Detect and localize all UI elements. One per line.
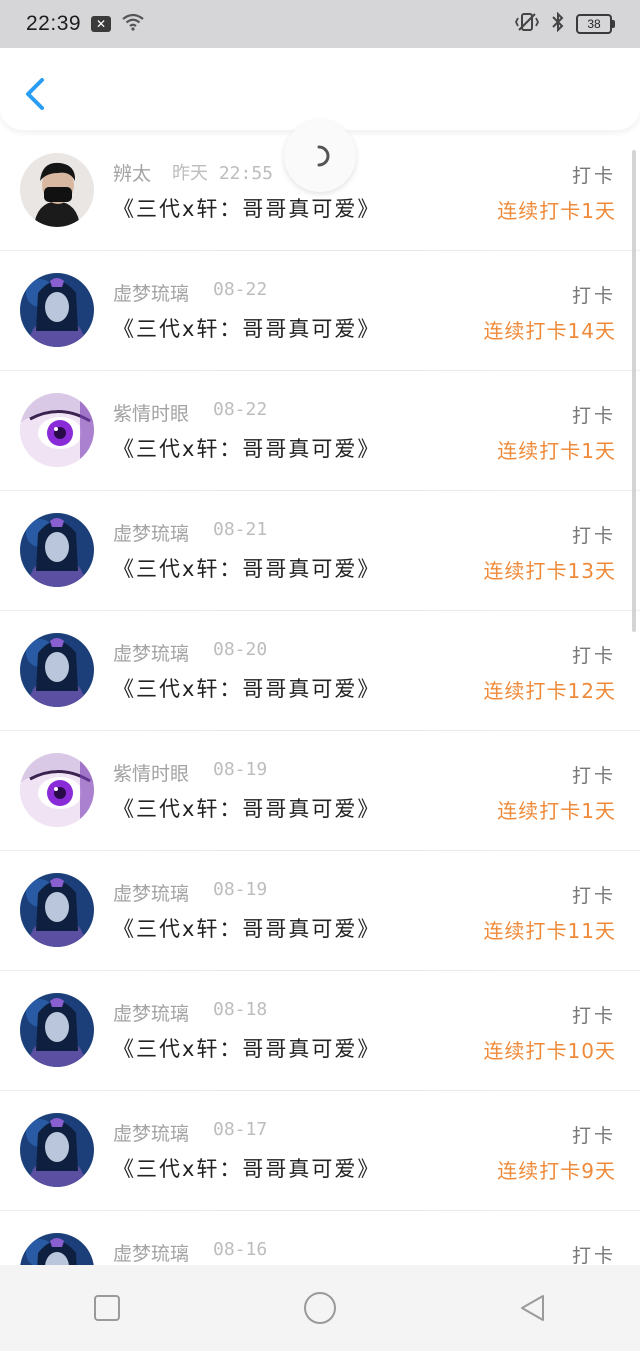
pull-refresh-spinner [284, 120, 356, 192]
checkin-label: 打卡 [571, 165, 616, 187]
avatar[interactable] [20, 153, 94, 227]
checkin-date: 08-16 [213, 1239, 268, 1260]
story-title: 《三代x轩：哥哥真可爱》 [113, 797, 381, 821]
list-item[interactable]: 紫情时眼 08-19 《三代x轩：哥哥真可爱》 打卡 连续打卡1天 [0, 731, 640, 851]
avatar[interactable] [20, 1113, 94, 1187]
user-name[interactable]: 紫情时眼 [113, 399, 189, 426]
story-title: 《三代x轩：哥哥真可爱》 [113, 1037, 381, 1061]
streak-count: 连续打卡14天 [483, 319, 616, 343]
recent-apps-button[interactable] [77, 1278, 137, 1338]
checkin-date: 08-17 [213, 1119, 268, 1140]
avatar[interactable] [20, 393, 94, 467]
back-button[interactable] [18, 74, 52, 114]
bluetooth-icon [550, 11, 566, 36]
system-back-button[interactable] [503, 1278, 563, 1338]
status-time: 22:39 [26, 12, 82, 35]
avatar[interactable] [20, 993, 94, 1067]
checkin-label: 打卡 [571, 1245, 616, 1265]
checkin-label: 打卡 [571, 405, 616, 427]
story-title: 《三代x轩：哥哥真可爱》 [113, 317, 381, 341]
checkin-label: 打卡 [571, 765, 616, 787]
circle-home-icon [303, 1292, 336, 1324]
square-recent-apps-icon [93, 1295, 120, 1321]
list-item[interactable]: 虚梦琉璃 08-18 《三代x轩：哥哥真可爱》 打卡 连续打卡10天 [0, 971, 640, 1091]
loading-icon [317, 145, 330, 167]
x-notification-icon: ✕ [91, 16, 112, 32]
checkin-date: 08-19 [213, 879, 268, 900]
user-name[interactable]: 虚梦琉璃 [113, 519, 189, 546]
user-name[interactable]: 虚梦琉璃 [113, 1119, 189, 1146]
checkin-label: 打卡 [571, 525, 616, 547]
avatar[interactable] [20, 633, 94, 707]
list-item[interactable]: 紫情时眼 08-22 《三代x轩：哥哥真可爱》 打卡 连续打卡1天 [0, 371, 640, 491]
list-item[interactable]: 虚梦琉璃 08-17 《三代x轩：哥哥真可爱》 打卡 连续打卡9天 [0, 1091, 640, 1211]
user-name[interactable]: 虚梦琉璃 [113, 639, 189, 666]
checkin-label: 打卡 [571, 885, 616, 907]
story-title: 《三代x轩：哥哥真可爱》 [113, 917, 381, 941]
battery-indicator: 38 [576, 14, 615, 34]
story-title: 《三代x轩：哥哥真可爱》 [113, 557, 381, 581]
streak-count: 连续打卡9天 [497, 1159, 616, 1183]
streak-count: 连续打卡1天 [497, 439, 616, 463]
checkin-label: 打卡 [571, 285, 616, 307]
home-button[interactable] [290, 1278, 350, 1338]
streak-count: 连续打卡13天 [483, 559, 616, 583]
list-item[interactable]: 虚梦琉璃 08-19 《三代x轩：哥哥真可爱》 打卡 连续打卡11天 [0, 851, 640, 971]
streak-count: 连续打卡1天 [497, 199, 616, 223]
system-nav-bar [0, 1265, 640, 1351]
user-name[interactable]: 虚梦琉璃 [113, 1239, 189, 1265]
story-title: 《三代x轩：哥哥真可爱》 [113, 437, 381, 461]
top-app-bar [0, 48, 640, 130]
checkin-label: 打卡 [571, 1005, 616, 1027]
avatar[interactable] [20, 873, 94, 947]
checkin-date: 08-18 [213, 999, 268, 1020]
triangle-back-icon [521, 1295, 545, 1321]
streak-count: 连续打卡10天 [483, 1039, 616, 1063]
checkin-date: 08-21 [213, 519, 268, 540]
user-name[interactable]: 虚梦琉璃 [113, 999, 189, 1026]
checkin-label: 打卡 [571, 645, 616, 667]
avatar[interactable] [20, 1233, 94, 1265]
list-item[interactable]: 虚梦琉璃 08-21 《三代x轩：哥哥真可爱》 打卡 连续打卡13天 [0, 491, 640, 611]
status-bar: 22:39 ✕ 38 [0, 0, 640, 48]
checkin-label: 打卡 [571, 1125, 616, 1147]
story-title: 《三代x轩：哥哥真可爱》 [113, 677, 381, 701]
avatar[interactable] [20, 753, 94, 827]
story-title: 《三代x轩：哥哥真可爱》 [113, 1157, 381, 1181]
user-name[interactable]: 虚梦琉璃 [113, 279, 189, 306]
checkin-date: 08-22 [213, 399, 268, 420]
streak-count: 连续打卡11天 [483, 919, 616, 943]
streak-count: 连续打卡1天 [497, 799, 616, 823]
story-title: 《三代x轩：哥哥真可爱》 [113, 197, 381, 221]
checkin-date: 08-22 [213, 279, 268, 300]
vibrate-icon [514, 12, 540, 36]
streak-count: 连续打卡12天 [483, 679, 616, 703]
list-item[interactable]: 虚梦琉璃 08-20 《三代x轩：哥哥真可爱》 打卡 连续打卡12天 [0, 611, 640, 731]
user-name[interactable]: 紫情时眼 [113, 759, 189, 786]
wifi-icon [121, 13, 145, 35]
user-name[interactable]: 虚梦琉璃 [113, 879, 189, 906]
checkin-list: 辨太 昨天 22:55 《三代x轩：哥哥真可爱》 打卡 连续打卡1天 虚梦琉璃 … [0, 131, 640, 1265]
chevron-left-icon [18, 78, 52, 118]
checkin-date: 08-19 [213, 759, 268, 780]
user-name[interactable]: 辨太 [113, 159, 151, 186]
checkin-date: 昨天 22:55 [172, 163, 274, 184]
list-item[interactable]: 虚梦琉璃 08-22 《三代x轩：哥哥真可爱》 打卡 连续打卡14天 [0, 251, 640, 371]
avatar[interactable] [20, 513, 94, 587]
checkin-date: 08-20 [213, 639, 268, 660]
scrollbar[interactable] [632, 150, 636, 632]
avatar[interactable] [20, 273, 94, 347]
list-item[interactable]: 虚梦琉璃 08-16 打卡 [0, 1211, 640, 1265]
